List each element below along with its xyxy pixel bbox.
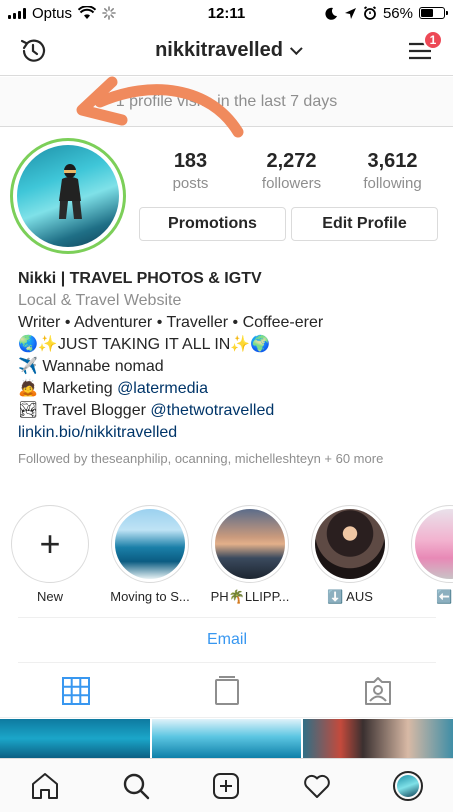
- heart-icon: [304, 774, 330, 798]
- profile-header: nikkitravelled 1: [0, 26, 453, 76]
- visits-text: 1 profile visits in the last 7 days: [115, 92, 338, 110]
- tagged-icon: [364, 676, 391, 705]
- profile-actions: Promotions Edit Profile: [139, 207, 438, 241]
- highlight-label: Moving to S...: [110, 589, 190, 604]
- post-thumbnail[interactable]: [303, 719, 453, 758]
- story-highlights: + New Moving to S... PH🌴LLIPP... ⬇️ AUS …: [8, 505, 453, 610]
- add-post-icon: [213, 772, 240, 799]
- edit-profile-button[interactable]: Edit Profile: [291, 207, 438, 241]
- battery-percent: 56%: [382, 4, 413, 22]
- history-icon: [20, 39, 46, 62]
- signal-icon: [8, 7, 26, 19]
- person-silhouette: [59, 164, 82, 219]
- highlight-item[interactable]: ⬅️ A: [408, 505, 453, 610]
- highlight-item[interactable]: Moving to S...: [108, 505, 192, 610]
- highlight-item[interactable]: PH🌴LLIPP...: [208, 505, 292, 610]
- stat-label: following: [363, 175, 422, 192]
- highlight-label: PH🌴LLIPP...: [210, 589, 290, 604]
- highlight-item[interactable]: ⬇️ AUS: [308, 505, 392, 610]
- stat-posts[interactable]: 183 posts: [143, 150, 239, 192]
- account-switcher[interactable]: nikkitravelled: [155, 39, 303, 62]
- post-thumbnail[interactable]: [151, 719, 302, 758]
- bio-text: 🏞 Travel Blogger: [18, 402, 151, 419]
- highlight-thumbnail: [315, 509, 385, 579]
- post-thumbnail[interactable]: [0, 719, 150, 758]
- chevron-down-icon: [289, 42, 303, 56]
- highlight-label: New: [36, 589, 63, 604]
- highlight-ring: [411, 505, 453, 583]
- nav-search[interactable]: [114, 764, 158, 808]
- promotions-button[interactable]: Promotions: [139, 207, 286, 241]
- mention-link[interactable]: @latermedia: [117, 380, 208, 397]
- bio-line: Writer • Adventurer • Traveller • Coffee…: [18, 314, 324, 331]
- tab-tagged[interactable]: [348, 671, 408, 711]
- highlight-ring: [311, 505, 389, 583]
- bio-text: 🙇 Marketing: [18, 380, 118, 397]
- stat-value: 3,612: [367, 150, 418, 172]
- igtv-icon: [214, 675, 239, 705]
- profile-visits-banner[interactable]: 1 profile visits in the last 7 days: [0, 77, 453, 127]
- highlight-new[interactable]: + New: [8, 505, 92, 610]
- website-link[interactable]: linkin.bio/nikkitravelled: [18, 424, 177, 441]
- home-icon: [32, 772, 59, 799]
- wifi-icon: [78, 6, 97, 19]
- posts-grid: [0, 719, 453, 758]
- highlight-ring: [211, 505, 289, 583]
- location-icon: [344, 7, 356, 19]
- bio-line: 🙇 Marketing @latermedia: [18, 378, 438, 400]
- grid-icon: [61, 676, 90, 705]
- battery-icon: [419, 7, 448, 19]
- notification-badge: 1: [423, 30, 443, 50]
- profile-avatar[interactable]: [10, 138, 126, 254]
- bio-line: 🌏✨JUST TAKING IT ALL IN✨🌍: [18, 336, 271, 353]
- nav-home[interactable]: [23, 764, 67, 808]
- moon-icon: [325, 7, 337, 20]
- loading-icon: [102, 6, 116, 20]
- bio-line: ✈️ Wannabe nomad: [18, 358, 164, 375]
- stat-value: 2,272: [266, 150, 317, 172]
- email-button[interactable]: Email: [207, 631, 247, 649]
- stat-following[interactable]: 3,612 following: [345, 150, 441, 192]
- tab-grid[interactable]: [46, 671, 106, 711]
- status-left: Optus: [8, 5, 116, 22]
- contact-row: Email: [18, 617, 436, 663]
- nav-profile[interactable]: [386, 764, 430, 808]
- mention-link[interactable]: @thetwotravelled: [150, 402, 274, 419]
- stat-label: followers: [261, 175, 322, 192]
- highlight-thumbnail: [115, 509, 185, 579]
- menu-button[interactable]: 1: [405, 30, 443, 66]
- carrier-label: Optus: [32, 4, 73, 22]
- highlight-thumbnail: [415, 509, 453, 579]
- highlight-thumbnail: [215, 509, 285, 579]
- profile-stats: 183 posts 2,272 followers 3,612 followin…: [140, 150, 443, 192]
- highlight-ring: +: [11, 505, 89, 583]
- status-right: 56%: [325, 4, 448, 22]
- display-name: Nikki | TRAVEL PHOTOS & IGTV: [18, 270, 262, 287]
- followed-by-text[interactable]: Followed by theseanphilip, ocanning, mic…: [18, 450, 438, 467]
- stat-label: posts: [172, 175, 209, 192]
- archive-button[interactable]: [18, 36, 48, 66]
- profile-tabs: [0, 664, 453, 718]
- category-label: Local & Travel Website: [18, 292, 182, 309]
- search-icon: [123, 773, 150, 799]
- tab-igtv[interactable]: [197, 671, 257, 711]
- bio-line: 🏞 Travel Blogger @thetwotravelled: [18, 400, 438, 422]
- avatar-photo: [17, 145, 119, 247]
- stat-value: 183: [173, 150, 208, 172]
- alarm-icon: [363, 6, 377, 20]
- status-bar: Optus 12:11 56%: [0, 0, 453, 26]
- nav-activity[interactable]: [295, 764, 339, 808]
- nav-new-post[interactable]: [204, 764, 248, 808]
- highlight-label: ⬅️ A: [436, 589, 453, 604]
- plus-icon: +: [39, 523, 61, 564]
- stat-followers[interactable]: 2,272 followers: [244, 150, 340, 192]
- profile-bio: Nikki | TRAVEL PHOTOS & IGTV Local & Tra…: [18, 268, 438, 467]
- highlight-ring: [111, 505, 189, 583]
- bottom-navigation: [0, 758, 453, 812]
- username-title: nikkitravelled: [155, 39, 283, 61]
- profile-avatar-icon: [392, 770, 423, 801]
- highlight-label: ⬇️ AUS: [327, 589, 373, 604]
